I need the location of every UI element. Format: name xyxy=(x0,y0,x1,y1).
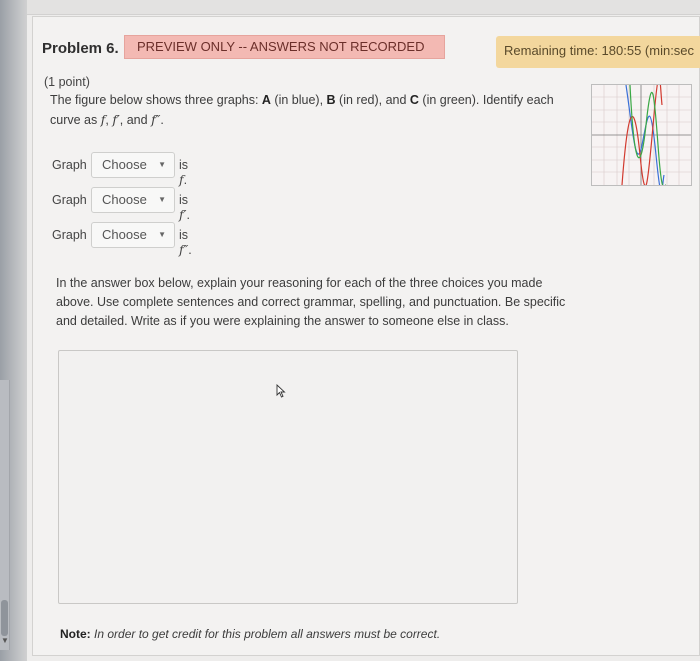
graphs-figure[interactable] xyxy=(591,84,692,186)
remaining-time: Remaining time: 180:55 (min:sec xyxy=(496,36,700,68)
explanation-textarea[interactable] xyxy=(58,350,518,604)
graph-label: Graph xyxy=(52,158,87,172)
graph-label: Graph xyxy=(52,193,87,207)
answer-instructions: In the answer box below, explain your re… xyxy=(56,276,566,328)
curve-c-label: C xyxy=(409,93,419,107)
note: Note: In order to get credit for this pr… xyxy=(60,627,441,641)
mouse-pointer-icon xyxy=(276,384,286,398)
graph-select-f-prime[interactable]: Choose ▼ xyxy=(91,187,175,213)
curve-a-label: A xyxy=(261,93,271,107)
select-suffix: is f′. xyxy=(179,193,190,222)
preview-badge: PREVIEW ONLY -- ANSWERS NOT RECORDED xyxy=(124,35,445,59)
scrollbar-thumb[interactable] xyxy=(1,600,8,636)
previous-section-edge xyxy=(27,0,700,15)
scroll-down-arrow-icon[interactable]: ▼ xyxy=(1,636,9,645)
curve-b-label: B xyxy=(326,93,336,107)
select-suffix: is f. xyxy=(179,158,189,187)
graph-select-f[interactable]: Choose ▼ xyxy=(91,152,175,178)
problem-points: (1 point) xyxy=(44,75,90,89)
dropdown-caret-icon: ▼ xyxy=(158,195,166,204)
problem-statement: The figure below shows three graphs: A (… xyxy=(50,93,554,127)
graph-label: Graph xyxy=(52,228,87,242)
problem-title: Problem 6. xyxy=(42,40,119,57)
graph-select-f-double-prime[interactable]: Choose ▼ xyxy=(91,222,175,248)
dropdown-caret-icon: ▼ xyxy=(158,160,166,169)
select-suffix: is f″. xyxy=(179,228,192,257)
dropdown-caret-icon: ▼ xyxy=(158,230,166,239)
